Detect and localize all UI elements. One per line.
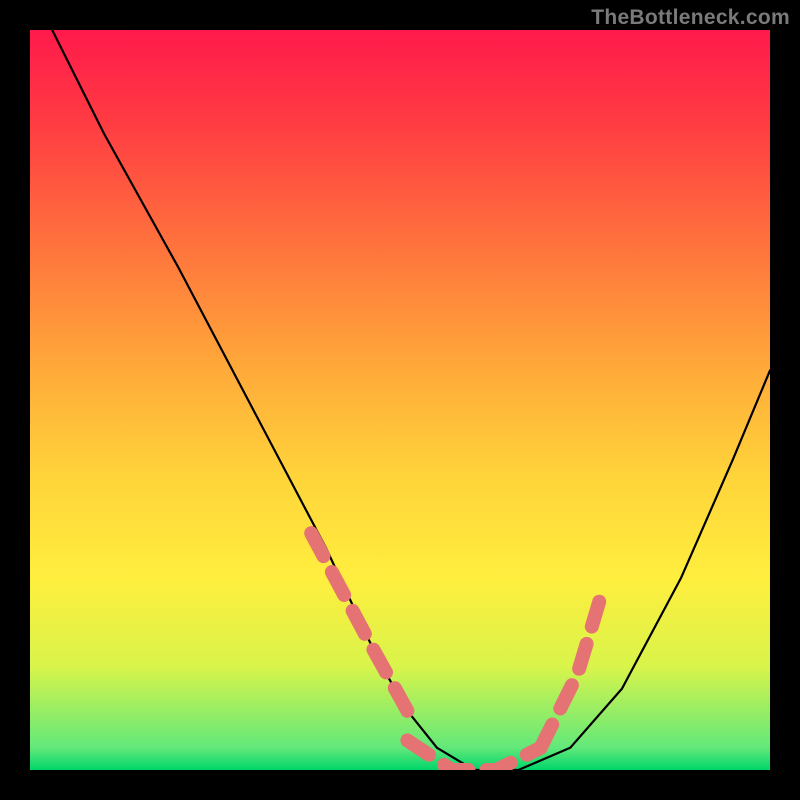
watermark-label: TheBottleneck.com xyxy=(591,6,790,30)
chart-stage: TheBottleneck.com xyxy=(0,0,800,800)
highlight-left-arm xyxy=(311,533,407,711)
plot-svg xyxy=(30,30,770,770)
bottleneck-curve xyxy=(52,30,770,770)
highlight-flat xyxy=(407,740,540,770)
plot-area xyxy=(30,30,770,770)
